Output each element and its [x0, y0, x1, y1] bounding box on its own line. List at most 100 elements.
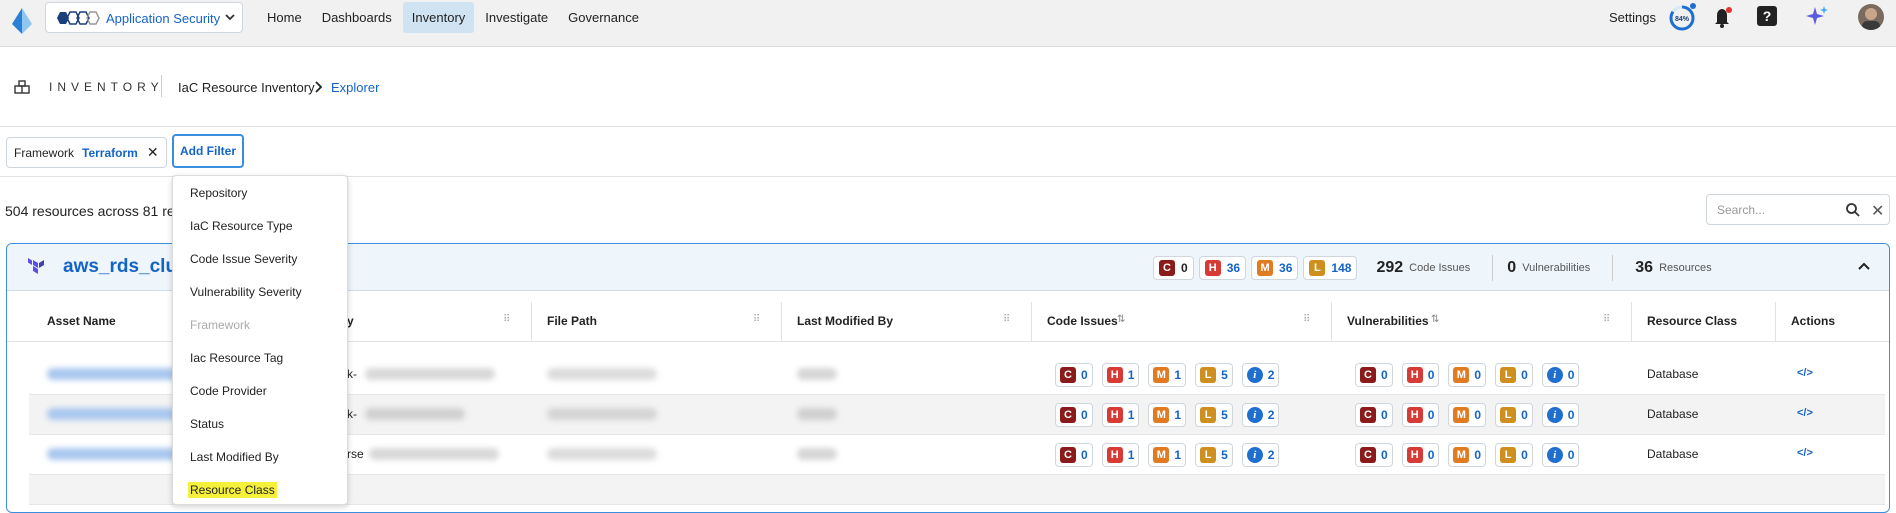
- sort-icon[interactable]: ⇅: [1431, 314, 1439, 325]
- section-label: INVENTORY: [49, 80, 164, 94]
- sort-icon[interactable]: ⇅: [1117, 314, 1125, 325]
- menu-item-status[interactable]: Status: [190, 417, 224, 431]
- filter-chip-key: Framework: [14, 145, 75, 160]
- nav-inventory[interactable]: Inventory: [402, 1, 475, 33]
- high-icon: H: [1406, 407, 1423, 423]
- group-summary: C0 H 36 M 36 L 148 292 Code Issues 0 Vulner…: [1153, 255, 1734, 281]
- asset-name-link[interactable]: [47, 368, 177, 380]
- drag-handle-icon[interactable]: ⠿: [753, 314, 760, 325]
- high-icon: H: [1106, 407, 1123, 423]
- critical-icon: C: [1060, 407, 1076, 423]
- col-file-path[interactable]: File Path: [547, 314, 597, 328]
- menu-item-iac-resource-type[interactable]: IaC Resource Type: [190, 219, 293, 233]
- critical-icon: C: [1360, 407, 1376, 423]
- menu-item-last-modified-by[interactable]: Last Modified By: [190, 450, 279, 464]
- clear-search-icon[interactable]: ✕: [1871, 201, 1884, 221]
- chevron-down-icon: [225, 14, 235, 21]
- breadcrumb-iac-inventory[interactable]: IaC Resource Inventory: [178, 80, 315, 95]
- high-icon: H: [1406, 447, 1423, 463]
- filter-chip-value: Terraform: [82, 145, 138, 160]
- group-title[interactable]: aws_rds_clus: [63, 256, 188, 278]
- medium-icon: M: [1153, 367, 1170, 383]
- high-icon: H: [1406, 367, 1423, 383]
- medium-icon: M: [1453, 447, 1470, 463]
- high-icon: H: [1204, 260, 1221, 276]
- sparkle-icon[interactable]: [1805, 4, 1829, 28]
- search-input[interactable]: Search... ✕: [1706, 194, 1890, 225]
- low-icon: L: [1500, 367, 1517, 383]
- menu-item-code-issue-severity[interactable]: Code Issue Severity: [190, 252, 297, 266]
- add-filter-button[interactable]: Add Filter: [172, 134, 244, 168]
- vulnerabilities-label: Vulnerabilities: [1522, 262, 1591, 274]
- code-issues-label: Code Issues: [1409, 262, 1471, 274]
- nav-home[interactable]: Home: [258, 2, 311, 33]
- high-icon: H: [1106, 447, 1123, 463]
- nav-investigate[interactable]: Investigate: [476, 2, 557, 33]
- menu-item-iac-resource-tag[interactable]: Iac Resource Tag: [190, 351, 283, 365]
- app-hex-icon: [57, 11, 100, 25]
- menu-item-framework: Framework: [190, 318, 251, 332]
- col-actions[interactable]: Actions: [1791, 314, 1835, 328]
- col-last-modified-by[interactable]: Last Modified By: [797, 314, 893, 328]
- low-icon: L: [1200, 367, 1217, 383]
- user-avatar[interactable]: [1858, 4, 1884, 30]
- info-icon: i: [1546, 367, 1563, 383]
- low-icon: L: [1309, 260, 1326, 276]
- col-vulnerabilities[interactable]: Vulnerabilities: [1347, 314, 1429, 328]
- filter-chip-framework[interactable]: Framework Terraform ✕: [6, 137, 167, 168]
- repo-fragment: k-: [347, 407, 357, 421]
- vulnerabilities-total: 0: [1507, 259, 1517, 276]
- col-resource-class[interactable]: Resource Class: [1647, 314, 1737, 328]
- progress-ring[interactable]: 84%: [1668, 2, 1698, 32]
- repo-fragment: rse: [347, 447, 364, 461]
- code-icon[interactable]: </>: [1797, 367, 1813, 379]
- info-icon: i: [1546, 407, 1563, 423]
- critical-icon: C: [1360, 367, 1376, 383]
- resource-count: 504 resources across 81 res: [5, 203, 175, 219]
- drag-handle-icon[interactable]: ⠿: [1603, 314, 1610, 325]
- drag-handle-icon[interactable]: ⠿: [503, 314, 510, 325]
- vulnerability-badges: C0 H0 M0 L0 i0: [1355, 443, 1588, 467]
- asset-name-link[interactable]: [47, 408, 177, 420]
- info-icon: i: [1246, 447, 1263, 463]
- prisma-logo-icon[interactable]: [10, 6, 34, 36]
- chevron-up-icon[interactable]: [1857, 260, 1871, 272]
- medium-icon: M: [1153, 447, 1170, 463]
- app-switcher[interactable]: Application Security: [45, 2, 243, 33]
- nav-dashboards[interactable]: Dashboards: [313, 2, 401, 33]
- search-placeholder: Search...: [1717, 203, 1766, 217]
- menu-item-code-provider[interactable]: Code Provider: [190, 384, 267, 398]
- menu-item-resource-class[interactable]: Resource Class: [188, 482, 277, 498]
- search-icon[interactable]: [1845, 202, 1861, 218]
- help-icon[interactable]: ?: [1757, 6, 1777, 26]
- drag-handle-icon[interactable]: ⠿: [1303, 314, 1310, 325]
- col-code-issues[interactable]: Code Issues: [1047, 314, 1118, 328]
- vulnerability-badges: C0 H0 M0 L0 i0: [1355, 363, 1588, 387]
- col-asset-name[interactable]: Asset Name: [47, 314, 116, 328]
- resource-class: Database: [1647, 407, 1699, 421]
- code-icon[interactable]: </>: [1797, 407, 1813, 419]
- breadcrumb-explorer[interactable]: Explorer: [331, 80, 379, 95]
- code-icon[interactable]: </>: [1797, 447, 1813, 459]
- menu-item-vulnerability-severity[interactable]: Vulnerability Severity: [190, 285, 302, 299]
- nav-governance[interactable]: Governance: [559, 2, 648, 33]
- severity-badge-critical: C0: [1153, 256, 1194, 280]
- severity-badge-high: H 36: [1198, 256, 1247, 280]
- filter-bar: Framework Terraform ✕ Add Filter: [0, 127, 1896, 177]
- drag-handle-icon[interactable]: ⠿: [1003, 314, 1010, 325]
- code-issue-badges: C0 H1 M1 L5 i2: [1055, 443, 1288, 467]
- close-icon[interactable]: ✕: [147, 144, 159, 161]
- col-repository[interactable]: y: [347, 314, 354, 328]
- low-icon: L: [1200, 407, 1217, 423]
- menu-item-repository[interactable]: Repository: [190, 186, 247, 200]
- medium-icon: M: [1257, 260, 1274, 276]
- chevron-right-icon: [315, 81, 323, 93]
- main-nav: Home Dashboards Inventory Investigate Go…: [258, 0, 650, 34]
- top-nav: Application Security Home Dashboards Inv…: [0, 0, 1896, 47]
- terraform-icon: [28, 258, 44, 274]
- severity-badge-medium: M 36: [1251, 256, 1299, 280]
- bell-icon[interactable]: [1712, 6, 1734, 28]
- code-issue-badges: C0 H1 M1 L5 i2: [1055, 403, 1288, 427]
- settings-link[interactable]: Settings: [1609, 10, 1656, 25]
- asset-name-link[interactable]: [47, 448, 177, 460]
